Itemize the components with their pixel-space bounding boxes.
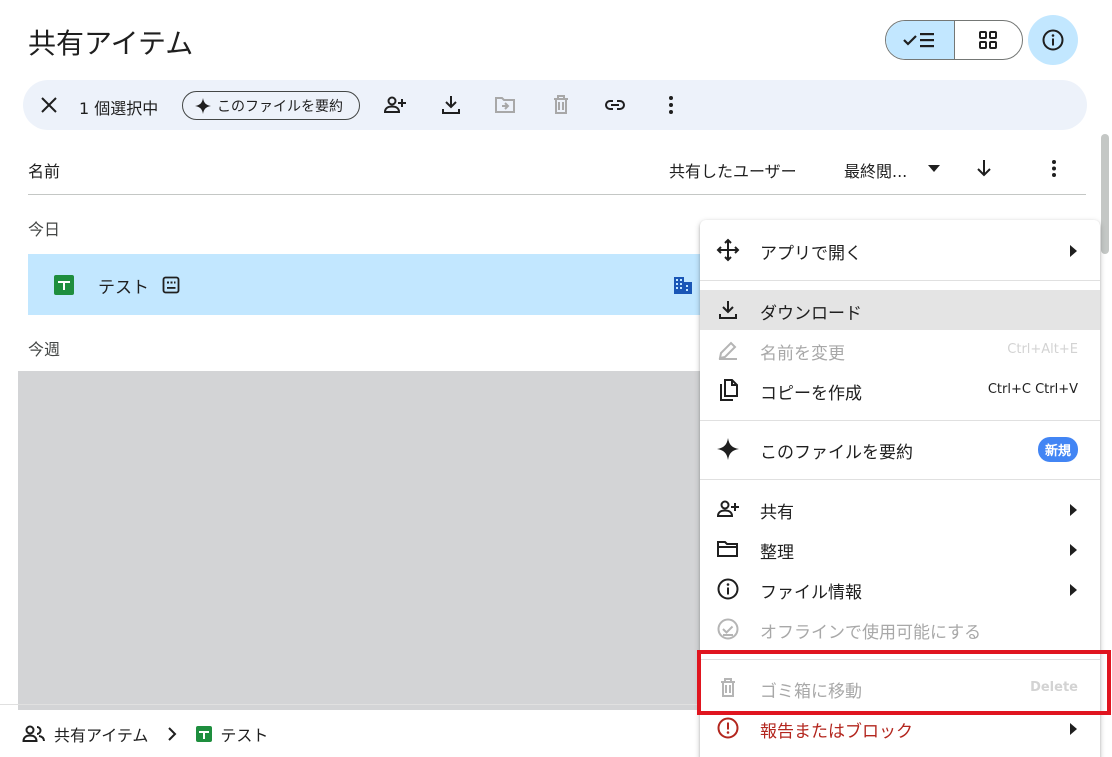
menu-item-label: ダウンロード [760, 304, 862, 324]
info-icon [1042, 29, 1064, 51]
more-actions-button[interactable] [659, 93, 683, 117]
menu-item-make-copy[interactable]: コピーを作成 Ctrl+C Ctrl+V [700, 370, 1100, 410]
organization-icon [672, 274, 694, 300]
menu-item-label: コピーを作成 [760, 384, 862, 404]
download-icon [442, 96, 460, 114]
table-row[interactable]: テスト [28, 254, 708, 315]
clear-selection-button[interactable] [37, 93, 61, 121]
copy-icon [716, 378, 740, 402]
section-label-today: 今日 [28, 220, 61, 239]
move-button[interactable] [493, 93, 517, 117]
sort-direction-button[interactable] [972, 156, 996, 184]
highlight-box [697, 650, 1111, 715]
scrollbar[interactable] [1101, 134, 1109, 254]
link-icon [605, 100, 625, 110]
menu-item-label: 共有 [760, 503, 794, 523]
menu-item-summarize[interactable]: このファイルを要約 新規 [700, 429, 1100, 469]
section-label-this-week: 今週 [28, 340, 61, 359]
menu-item-shortcut: Ctrl+C Ctrl+V [987, 382, 1078, 397]
copy-link-button[interactable] [603, 93, 627, 117]
people-icon [22, 725, 45, 742]
breadcrumb-divider [0, 704, 700, 705]
menu-item-label: アプリで開く [760, 244, 862, 264]
menu-item-file-info[interactable]: ファイル情報 [700, 569, 1100, 609]
column-header-name[interactable]: 名前 [28, 158, 60, 182]
sparkle-icon [195, 97, 211, 114]
chevron-right-icon [168, 727, 177, 741]
grid-view-button[interactable] [955, 21, 1023, 59]
share-button[interactable] [383, 93, 407, 117]
menu-item-offline[interactable]: オフラインで使用可能にする [700, 609, 1100, 649]
download-button[interactable] [439, 93, 463, 117]
edit-pencil-icon [716, 338, 740, 362]
new-badge: 新規 [1037, 437, 1078, 462]
header-divider [28, 194, 1086, 195]
close-icon [41, 97, 57, 113]
menu-item-organize[interactable]: 整理 [700, 529, 1100, 569]
download-icon [716, 298, 740, 322]
menu-item-open-with[interactable]: アプリで開く [700, 230, 1100, 270]
more-vertical-icon [1052, 160, 1056, 177]
arrow-down-icon [977, 160, 991, 177]
menu-divider [700, 280, 1100, 281]
submenu-arrow-icon [1068, 243, 1078, 262]
selection-toolbar: 1 個選択中 このファイルを要約 [23, 80, 1087, 130]
person-add-icon [716, 497, 740, 521]
menu-item-rename[interactable]: 名前を変更 Ctrl+Alt+E [700, 330, 1100, 370]
submenu-arrow-icon [1068, 582, 1078, 601]
menu-divider [700, 420, 1100, 421]
report-icon [716, 716, 740, 740]
submenu-arrow-icon [1068, 502, 1078, 521]
list-view-button[interactable] [886, 21, 955, 59]
person-add-icon [383, 96, 406, 113]
menu-item-shortcut: Ctrl+Alt+E [1007, 342, 1078, 357]
offline-check-icon [716, 617, 740, 641]
menu-item-label: 名前を変更 [760, 344, 845, 364]
menu-divider [700, 479, 1100, 480]
view-toggle [885, 20, 1023, 60]
open-with-icon [716, 238, 740, 262]
details-button[interactable] [1028, 15, 1078, 65]
sheets-icon [54, 275, 74, 299]
more-vertical-icon [669, 96, 673, 114]
folder-open-icon [716, 537, 740, 561]
menu-item-label: 整理 [760, 543, 794, 563]
menu-item-download[interactable]: ダウンロード [700, 290, 1100, 330]
menu-item-label: このファイルを要約 [760, 443, 913, 463]
column-header-last-modified[interactable]: 最終閲... [844, 158, 907, 182]
sort-field-dropdown[interactable] [924, 158, 944, 182]
breadcrumb-current[interactable]: テスト [220, 722, 268, 746]
file-list-placeholder [18, 371, 708, 710]
menu-item-label: オフラインで使用可能にする [760, 623, 982, 643]
form-linked-icon [162, 276, 180, 298]
summarize-chip-label: このファイルを要約 [217, 97, 343, 114]
column-options-button[interactable] [1042, 156, 1066, 184]
summarize-file-chip[interactable]: このファイルを要約 [182, 91, 360, 120]
submenu-arrow-icon [1068, 721, 1078, 740]
info-icon [716, 577, 740, 601]
menu-item-label: ファイル情報 [760, 583, 862, 603]
selection-count: 1 個選択中 [79, 99, 159, 118]
sheets-icon [196, 726, 213, 742]
sparkle-icon [716, 437, 740, 461]
menu-item-share[interactable]: 共有 [700, 489, 1100, 529]
trash-icon [554, 95, 568, 114]
menu-item-label: 報告またはブロック [760, 722, 913, 742]
submenu-arrow-icon [1068, 542, 1078, 561]
breadcrumb-root[interactable]: 共有アイテム [54, 722, 148, 746]
breadcrumb: 共有アイテム テスト [22, 722, 268, 746]
move-folder-icon [495, 97, 515, 113]
delete-button[interactable] [549, 93, 573, 117]
grid-icon [979, 31, 998, 49]
file-name: テスト [98, 278, 149, 298]
page-title: 共有アイテム [28, 27, 194, 60]
check-list-icon [902, 33, 934, 48]
column-header-shared-by[interactable]: 共有したユーザー [669, 158, 797, 182]
caret-down-icon [928, 165, 940, 172]
